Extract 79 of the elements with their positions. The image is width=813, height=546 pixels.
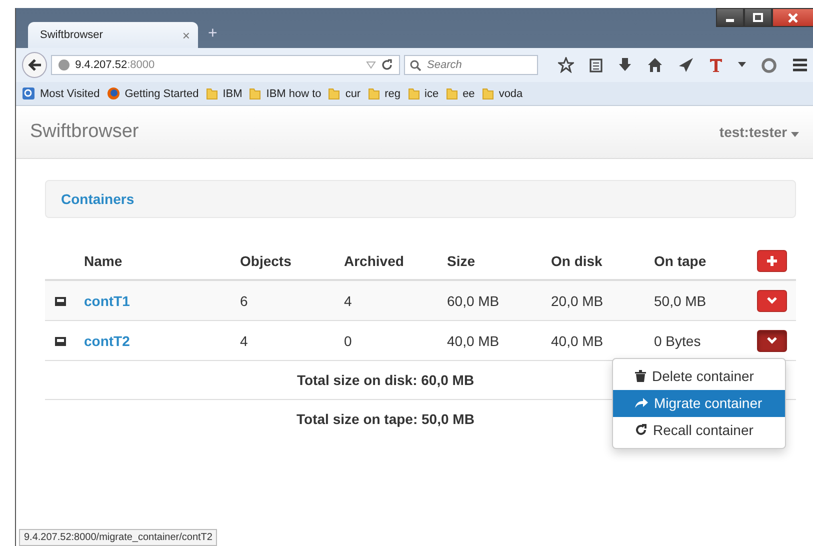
minimize-icon [726, 19, 734, 22]
bookmark-item[interactable]: voda [482, 88, 523, 100]
plus-icon [767, 256, 777, 266]
table-cell-text: 40,0 MB [447, 332, 500, 348]
column-header: Objects [240, 253, 292, 269]
folder-icon [446, 88, 458, 100]
caret-icon[interactable] [738, 62, 746, 68]
table-cell-text: 6 [240, 292, 249, 308]
star-icon[interactable] [558, 57, 574, 73]
dropdown-button[interactable] [757, 330, 787, 352]
column-header: On tape [654, 253, 708, 269]
folder-icon [328, 88, 340, 100]
close-tab-button[interactable]: × [182, 28, 190, 42]
folder-icon [368, 88, 380, 100]
table-cell-text: 50,0 MB [654, 292, 708, 308]
bookmark-item[interactable]: IBM how to [249, 88, 322, 100]
menu-item[interactable]: Recall container [613, 416, 785, 444]
home-icon[interactable] [647, 57, 663, 73]
maximize-icon [753, 12, 763, 22]
container-link[interactable]: contT2 [84, 332, 240, 348]
address-bar[interactable]: 9.4.207.52:8000 [51, 55, 400, 75]
bookmark-item[interactable]: reg [368, 88, 400, 100]
search-field[interactable]: Search [404, 55, 538, 75]
bookmark-item[interactable]: ee [446, 88, 475, 100]
total-text: Total size on tape: 50,0 MB [296, 411, 474, 427]
menu-item[interactable]: Migrate container [613, 390, 785, 416]
column-header: Name [84, 253, 124, 269]
panel-title: Containers [61, 191, 134, 207]
container-link[interactable]: contT1 [84, 292, 240, 308]
share-arrow-icon [635, 398, 648, 408]
folder-icon [206, 88, 218, 100]
add-button[interactable] [757, 250, 787, 272]
chevron-down-icon [767, 336, 777, 344]
letter-t-icon[interactable] [709, 57, 723, 73]
brand-link[interactable]: Swiftbrowser [30, 121, 139, 143]
bookmark-icon [22, 87, 35, 100]
total-text: Total size on disk: 60,0 MB [296, 372, 474, 388]
table-cell-text: 0 [344, 332, 353, 348]
power-icon[interactable] [761, 57, 777, 73]
menu-item[interactable]: Delete container [613, 362, 785, 390]
caret-icon [791, 132, 799, 137]
inbox-icon [54, 294, 67, 306]
back-button[interactable] [22, 52, 48, 78]
clipboard-icon[interactable] [589, 57, 603, 73]
bookmark-item[interactable]: Getting Started [106, 87, 199, 100]
trash-icon [635, 370, 646, 382]
dropdown-button[interactable] [757, 290, 787, 312]
new-tab-button[interactable]: + [208, 25, 218, 43]
user-menu[interactable]: test:tester [719, 124, 799, 140]
bookmark-item[interactable]: IBM [206, 88, 242, 100]
folder-icon [249, 88, 262, 100]
table-cell-text: 4 [240, 332, 249, 348]
table-cell-text: 60,0 MB [447, 292, 500, 308]
maximize-button[interactable] [744, 8, 772, 27]
minimize-button[interactable] [716, 8, 744, 27]
download-icon[interactable] [618, 57, 632, 73]
column-header: On disk [551, 253, 604, 269]
close-button[interactable] [772, 8, 813, 27]
browser-tab[interactable]: Swiftbrowser × [28, 22, 198, 48]
bookmark-item[interactable]: Most Visited [22, 87, 100, 100]
status-url: 9.4.207.52:8000/migrate_container/contT2 [19, 529, 218, 546]
column-header: Archived [344, 253, 405, 269]
back-arrow-icon [28, 58, 42, 72]
folder-icon [482, 88, 494, 100]
close-icon [788, 12, 798, 22]
paper-plane-icon[interactable] [678, 57, 694, 73]
reload-icon[interactable] [381, 59, 393, 71]
menu-icon[interactable] [792, 58, 808, 72]
chevron-down-icon [767, 296, 777, 304]
bookmark-item[interactable]: ice [408, 88, 439, 100]
folder-icon [408, 88, 420, 100]
refresh-icon [635, 424, 647, 436]
table-cell-text: 4 [344, 292, 353, 308]
table-cell-text: 20,0 MB [551, 292, 604, 308]
bookmark-item[interactable]: cur [328, 88, 361, 100]
table-cell-text: 0 Bytes [654, 332, 702, 348]
table-cell-text: 40,0 MB [551, 332, 604, 348]
inbox-icon [54, 334, 67, 346]
column-header: Size [447, 253, 476, 269]
